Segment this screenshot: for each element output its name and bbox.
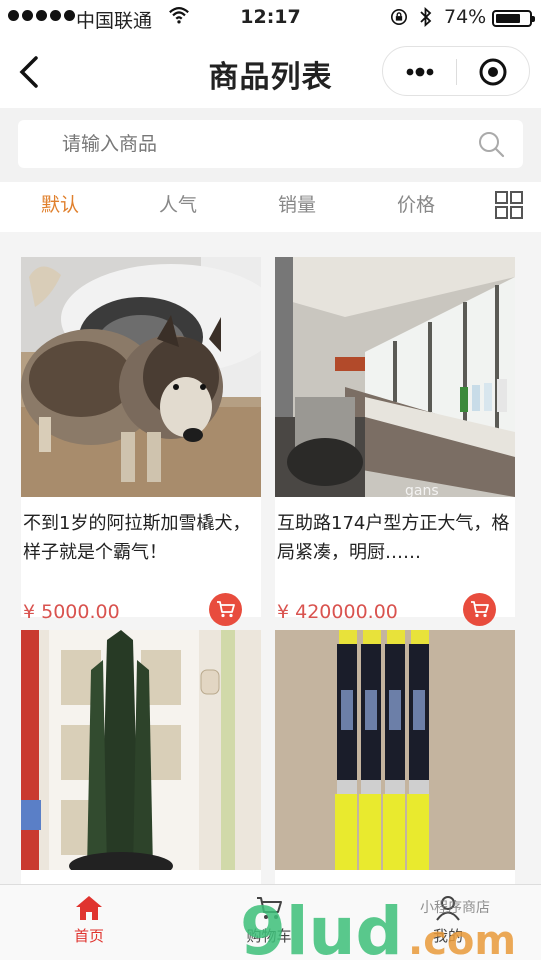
search-box[interactable]: [18, 120, 523, 168]
user-icon: [436, 896, 460, 921]
bluetooth-icon: [420, 7, 432, 27]
add-to-cart-button[interactable]: [463, 593, 496, 626]
tab-cart[interactable]: 购物车: [219, 895, 319, 946]
miniprogram-capsule: [382, 46, 530, 96]
add-to-cart-button[interactable]: [209, 593, 242, 626]
rotation-lock-icon: [390, 8, 408, 26]
product-card[interactable]: [275, 630, 515, 884]
product-image-apartment[interactable]: gans: [275, 257, 515, 497]
search-input[interactable]: [62, 130, 462, 158]
product-image-dog[interactable]: [21, 257, 261, 497]
tab-popularity[interactable]: 人气: [138, 190, 218, 217]
tab-home-label: 首页: [73, 927, 104, 945]
product-card[interactable]: [21, 630, 261, 884]
tab-home[interactable]: 首页: [39, 895, 139, 946]
cart-icon: [471, 601, 489, 618]
tab-cart-label: 购物车: [246, 927, 292, 945]
tab-price[interactable]: 价格: [376, 190, 456, 217]
bottom-tab-bar: 首页 购物车 我的: [0, 884, 541, 960]
tab-profile-label: 我的: [432, 927, 463, 945]
tab-sales[interactable]: 销量: [257, 190, 337, 217]
more-options-icon[interactable]: [405, 65, 435, 79]
battery-percent: 74%: [444, 6, 487, 28]
cart-icon: [217, 601, 235, 618]
close-miniprogram-icon[interactable]: [478, 57, 508, 87]
product-price: ¥ 5000.00: [23, 601, 120, 623]
cart-icon: [257, 897, 282, 919]
sort-tabs: 默认 人气 销量 价格: [0, 182, 541, 232]
navigation-bar: 商品列表: [0, 36, 541, 108]
product-price: ¥ 420000.00: [277, 601, 398, 623]
product-card[interactable]: gans 互助路174户型方正大气，格局紧凑，明厨…… ¥ 420000.00: [275, 257, 515, 626]
svg-text:gans: gans: [405, 483, 439, 497]
battery-icon: [492, 10, 535, 27]
grid-view-icon[interactable]: [494, 190, 524, 220]
capsule-divider: [456, 59, 457, 85]
home-icon: [76, 896, 102, 920]
tab-profile[interactable]: 我的: [398, 895, 498, 946]
product-name[interactable]: 互助路174户型方正大气，格局紧凑，明厨……: [277, 509, 513, 567]
search-icon[interactable]: [477, 130, 505, 158]
product-card[interactable]: 不到1岁的阿拉斯加雪橇犬，样子就是个霸气！ ¥ 5000.00: [21, 257, 261, 626]
product-image-cactus[interactable]: [21, 630, 261, 870]
product-grid: 不到1岁的阿拉斯加雪橇犬，样子就是个霸气！ ¥ 5000.00 gans 互助路…: [0, 232, 541, 884]
product-name[interactable]: 不到1岁的阿拉斯加雪橇犬，样子就是个霸气！: [23, 509, 259, 567]
product-image-fishing-rods[interactable]: [275, 630, 515, 870]
tab-default[interactable]: 默认: [20, 190, 100, 217]
search-section: [0, 108, 541, 182]
status-bar: 中国联通 12:17 74%: [0, 0, 541, 36]
